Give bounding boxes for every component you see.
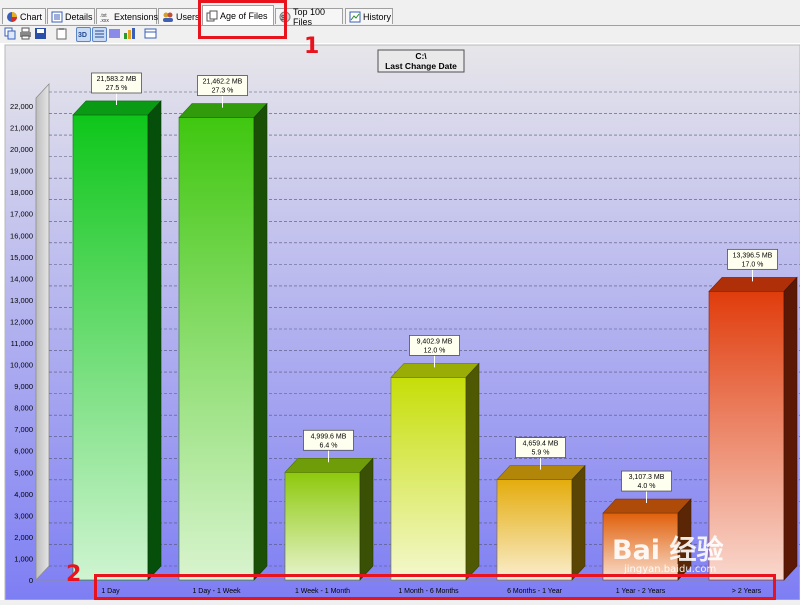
- tab-users[interactable]: Users: [158, 8, 200, 24]
- bar-front: [178, 117, 255, 581]
- y-tick-label: 4,000: [14, 490, 33, 499]
- annotation-number-1: 1: [304, 34, 320, 59]
- bar-1[interactable]: [178, 102, 268, 581]
- bar-side: [783, 276, 798, 581]
- y-tick-label: 12,000: [10, 317, 33, 326]
- y-tick-label: 22,000: [10, 102, 33, 111]
- annotation-number-2: 2: [66, 562, 82, 587]
- svg-text:.xxx: .xxx: [100, 18, 109, 23]
- y-tick-label: 14,000: [10, 274, 33, 283]
- bar-chart: 0 1,000 2,000 3,000 4,000 5,000 6,000 7,000 8,00…: [0, 43, 800, 601]
- grid-view-icon[interactable]: [92, 27, 107, 42]
- value-label: 4,999.6 MB: [311, 433, 347, 440]
- bar-side: [253, 102, 268, 581]
- value-label: 21,583.2 MB: [97, 76, 137, 83]
- value-label: 13,396.5 MB: [733, 252, 773, 259]
- y-tick-label: 3,000: [14, 511, 33, 520]
- pie-chart-icon: [6, 11, 18, 23]
- bar-3[interactable]: [390, 362, 480, 581]
- tab-label: Extensions: [114, 11, 159, 22]
- value-label: 4,659.4 MB: [523, 441, 559, 448]
- percent-label: 6.4 %: [320, 442, 338, 449]
- tab-chart[interactable]: Chart: [2, 8, 46, 24]
- percent-label: 4.0 %: [638, 483, 656, 490]
- tab-age-of-files[interactable]: Age of Files: [202, 5, 274, 25]
- y-tick-label: 20,000: [10, 145, 33, 154]
- bar-front: [284, 471, 361, 581]
- bar-4[interactable]: [496, 464, 586, 581]
- percent-label: 27.3 %: [212, 88, 234, 95]
- print-icon[interactable]: [19, 27, 32, 40]
- watermark-url: jingyan.baidu.com: [624, 564, 717, 575]
- chart-title-box: C:\ Last Change Date: [377, 49, 465, 73]
- y-tick-label: 19,000: [10, 167, 33, 176]
- bar-front: [390, 377, 467, 581]
- tab-label: Top 100 Files: [293, 6, 326, 27]
- y-tick-label: 0: [29, 576, 33, 585]
- tab-label: Age of Files: [220, 10, 268, 21]
- percent-label: 17.0 %: [742, 261, 764, 268]
- annotation-box-categories: [94, 574, 776, 600]
- y-tick-label: 13,000: [10, 296, 33, 305]
- y-tick-label: 5,000: [14, 468, 33, 477]
- y-tick-label: 8,000: [14, 404, 33, 413]
- toolbar: 3D: [0, 26, 800, 42]
- save-icon[interactable]: [34, 27, 47, 40]
- value-label: 9,402.9 MB: [417, 338, 453, 345]
- tab-label: Chart: [20, 11, 43, 22]
- bar-side: [359, 457, 374, 581]
- chart-title: C:\: [415, 51, 427, 61]
- tab-history[interactable]: History: [345, 8, 393, 24]
- age-of-files-chart: 0 1,000 2,000 3,000 4,000 5,000 6,000 7,000 8,00…: [0, 43, 800, 601]
- 3d-view-icon[interactable]: 3D: [76, 27, 91, 42]
- tab-label: Users: [176, 11, 200, 22]
- value-label: 21,462.2 MB: [203, 79, 243, 86]
- y-tick-label: 6,000: [14, 447, 33, 456]
- y-tick-label: 10,000: [10, 361, 33, 370]
- clipboard-icon[interactable]: [55, 27, 68, 40]
- bar-0[interactable]: [72, 100, 162, 581]
- tab-strip: Chart Details .txt .xxx Extensions Users …: [0, 5, 800, 27]
- y-tick-label: 21,000: [10, 124, 33, 133]
- y-tick-label: 15,000: [10, 253, 33, 262]
- percent-label: 5.9 %: [532, 450, 550, 457]
- bar-front: [496, 479, 573, 581]
- history-icon: [349, 11, 361, 23]
- y-tick-label: 2,000: [14, 533, 33, 542]
- bar-side: [465, 362, 480, 581]
- y-tick-label: 11,000: [11, 339, 33, 348]
- value-label: 3,107.3 MB: [629, 474, 665, 481]
- details-list-icon: [51, 11, 63, 23]
- bar-side: [571, 464, 586, 581]
- tab-label: Details: [65, 11, 93, 22]
- y-tick-label: 1,000: [14, 554, 33, 563]
- chart-subtitle: Last Change Date: [385, 61, 457, 71]
- tab-details[interactable]: Details: [47, 8, 95, 24]
- svg-text:3D: 3D: [78, 32, 87, 39]
- y-tick-label: 9,000: [14, 382, 33, 391]
- y-tick-label: 17,000: [10, 210, 33, 219]
- watermark-logo: Bai 经验: [612, 535, 724, 566]
- copy-icon[interactable]: [4, 27, 17, 40]
- age-of-files-icon: [206, 10, 218, 22]
- tab-extensions[interactable]: .txt .xxx Extensions: [96, 8, 159, 24]
- users-icon: [162, 11, 174, 23]
- bar-front: [72, 114, 149, 581]
- y-tick-label: 7,000: [14, 425, 33, 434]
- percent-label: 12.0 %: [424, 347, 446, 354]
- bar-side: [147, 100, 162, 581]
- y-tick-label: 18,000: [10, 188, 33, 197]
- y-tick-label: 16,000: [10, 231, 33, 240]
- extensions-icon: .txt .xxx: [100, 11, 112, 24]
- percent-label: 27.5 %: [106, 85, 128, 92]
- bar-2[interactable]: [284, 457, 374, 581]
- tab-label: History: [363, 11, 392, 22]
- table-view-icon[interactable]: [144, 27, 157, 40]
- color-view-icon[interactable]: [108, 27, 121, 40]
- bar-chart-icon[interactable]: [123, 27, 136, 40]
